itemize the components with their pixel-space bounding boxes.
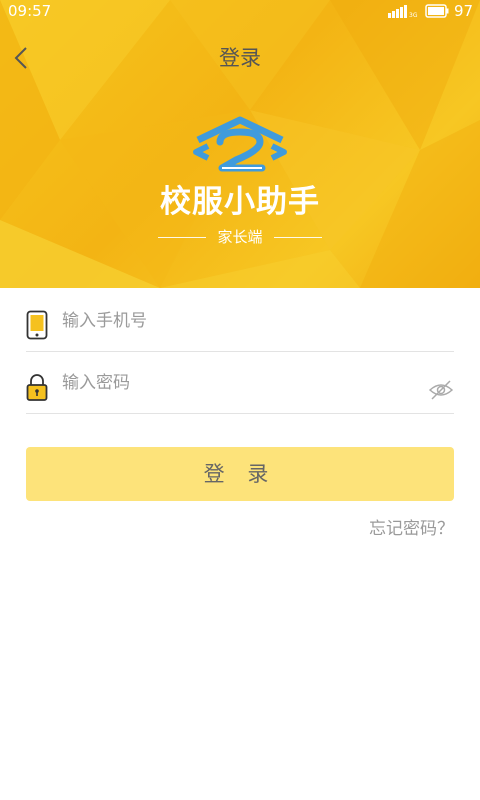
phone-input[interactable] xyxy=(62,306,422,336)
smartphone-icon xyxy=(26,310,48,340)
forgot-password-link[interactable]: 忘记密码？ xyxy=(369,514,454,539)
lock-icon xyxy=(26,374,48,401)
subtitle: 家长端 xyxy=(217,228,263,246)
network-type: 3G xyxy=(409,12,418,18)
status-time: 09:57 xyxy=(8,2,52,20)
signal-icon: 3G xyxy=(388,5,418,18)
status-bar: 09:57 3G 97 xyxy=(0,0,480,24)
login-button[interactable]: 登 录 xyxy=(26,447,454,501)
page-title: 登录 xyxy=(219,46,261,70)
password-field xyxy=(26,352,454,414)
phone-field xyxy=(26,290,454,352)
subtitle-divider-right xyxy=(274,237,322,238)
password-input[interactable] xyxy=(62,368,422,398)
graduation-cap-logo-icon xyxy=(193,116,287,172)
eye-off-icon[interactable] xyxy=(428,380,454,400)
app-name: 校服小助手 xyxy=(160,184,320,220)
battery-level: 97 xyxy=(454,2,474,20)
subtitle-row: 家长端 xyxy=(0,226,480,248)
hero-banner: 09:57 3G 97 登录 校服小助手 家长端 xyxy=(0,0,480,288)
battery-icon xyxy=(425,4,449,18)
